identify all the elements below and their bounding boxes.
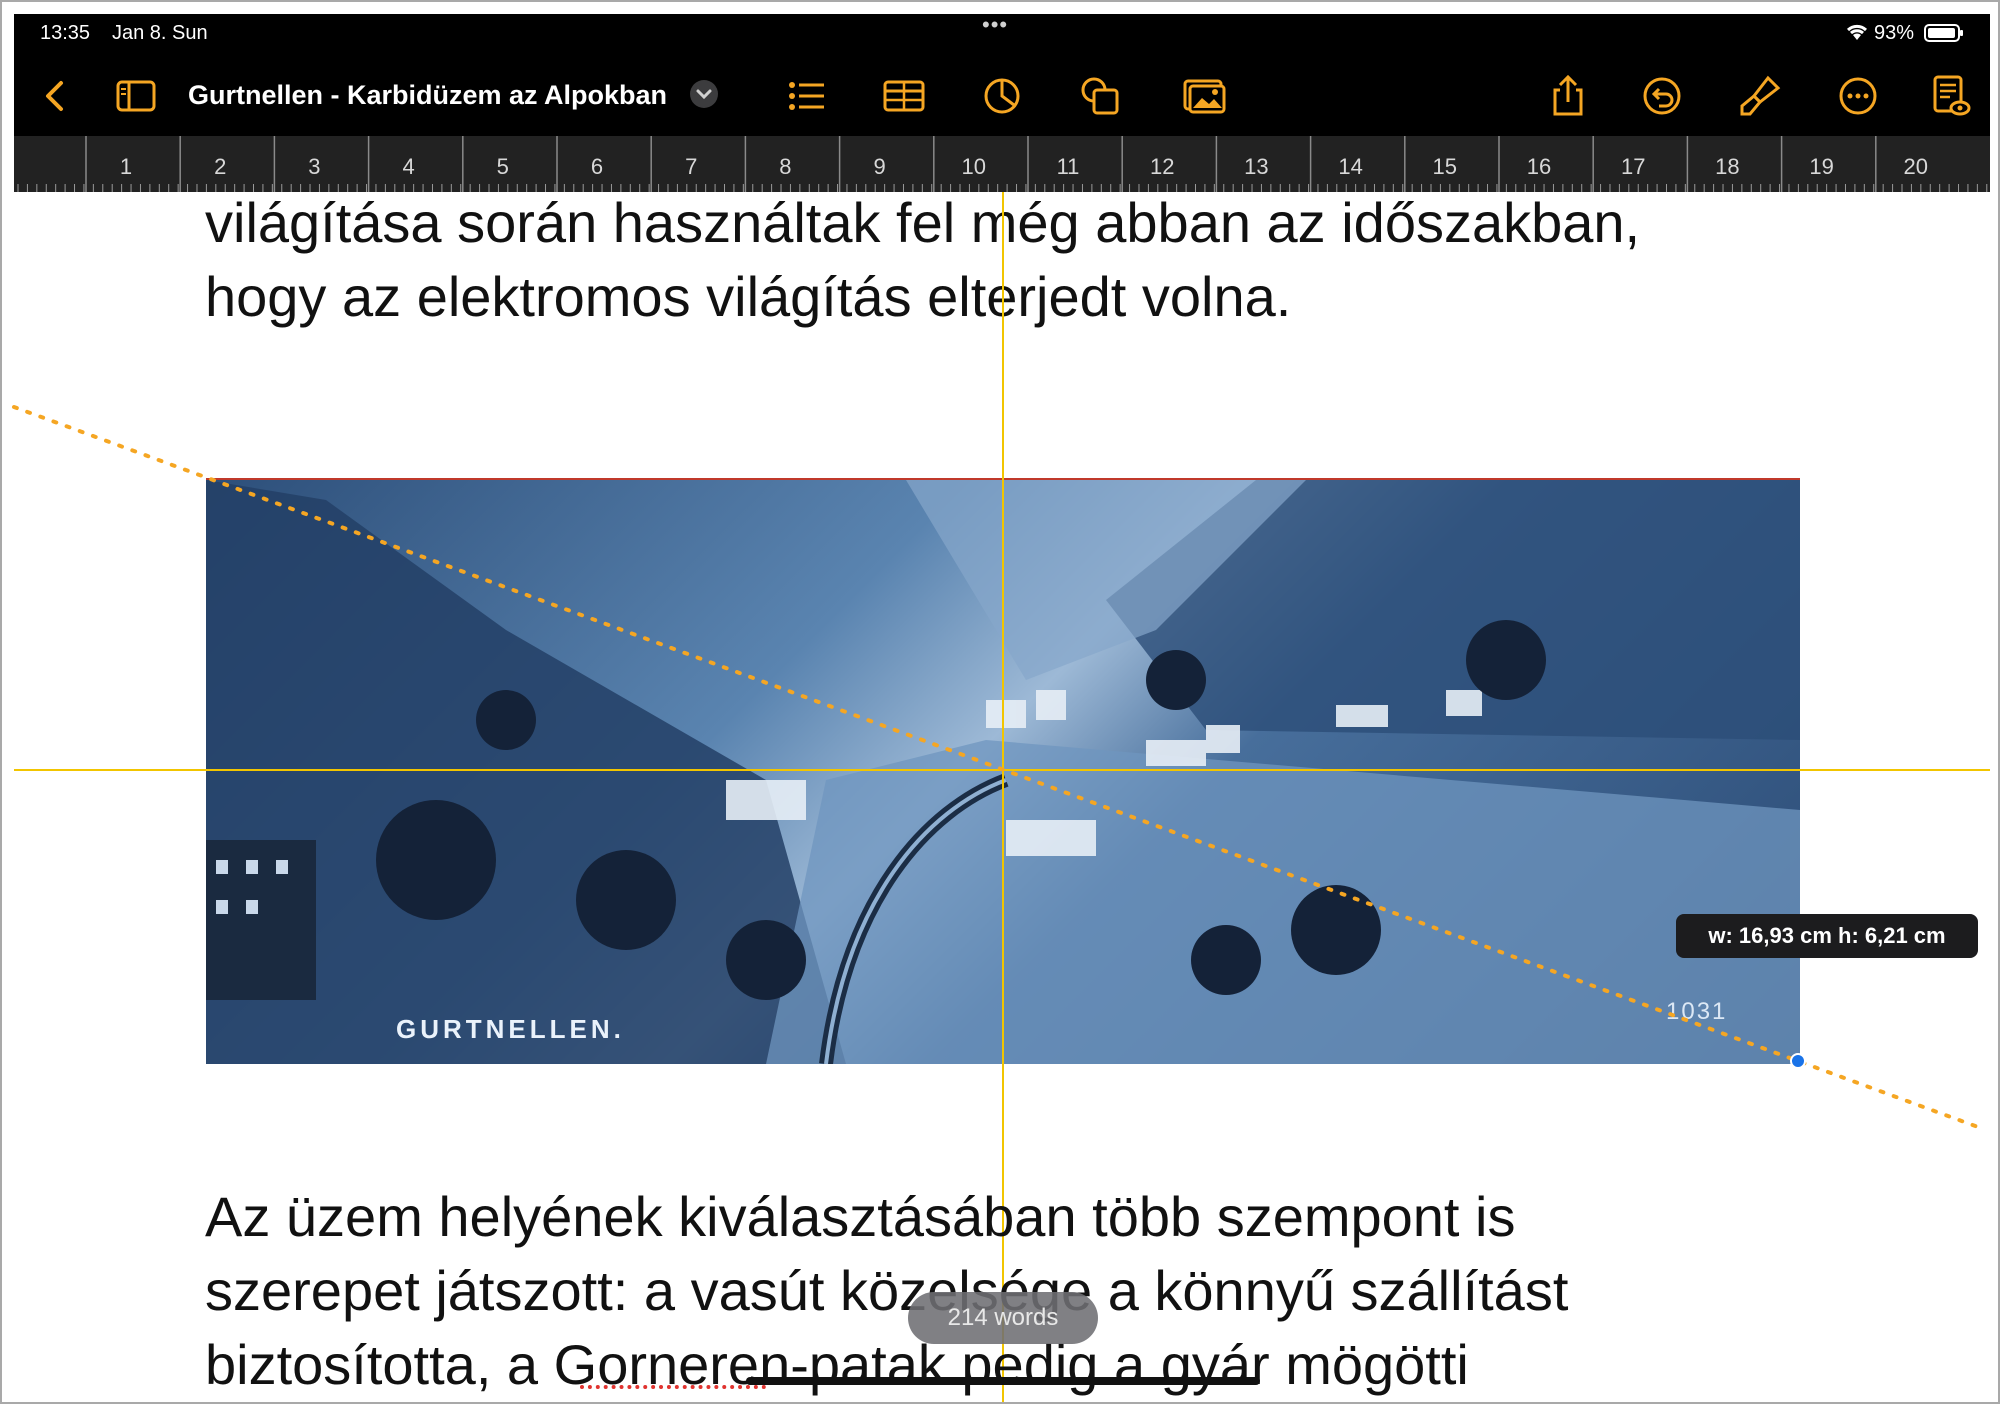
resize-handle[interactable] [1790, 1053, 1806, 1069]
paragraph-bottom[interactable]: Az üzem helyének kiválasztásában több sz… [205, 1180, 1568, 1402]
text-line[interactable]: Az üzem helyének kiválasztásában több sz… [205, 1180, 1568, 1254]
home-indicator-bar [746, 1377, 1260, 1385]
document-canvas: 13:35 Jan 8. Sun ••• 93% Gurtnellen - Ka… [0, 0, 2000, 1404]
dimensions-tooltip: w: 16,93 cm h: 6,21 cm [1676, 914, 1978, 958]
text-line[interactable]: biztosította, a Gorneren-patak pedig a g… [205, 1328, 1568, 1402]
spellcheck-underline [580, 1385, 766, 1389]
text-line[interactable]: szerepet játszott: a vasút közelsége a k… [205, 1254, 1568, 1328]
word-count-badge[interactable]: 214 words [908, 1292, 1098, 1344]
